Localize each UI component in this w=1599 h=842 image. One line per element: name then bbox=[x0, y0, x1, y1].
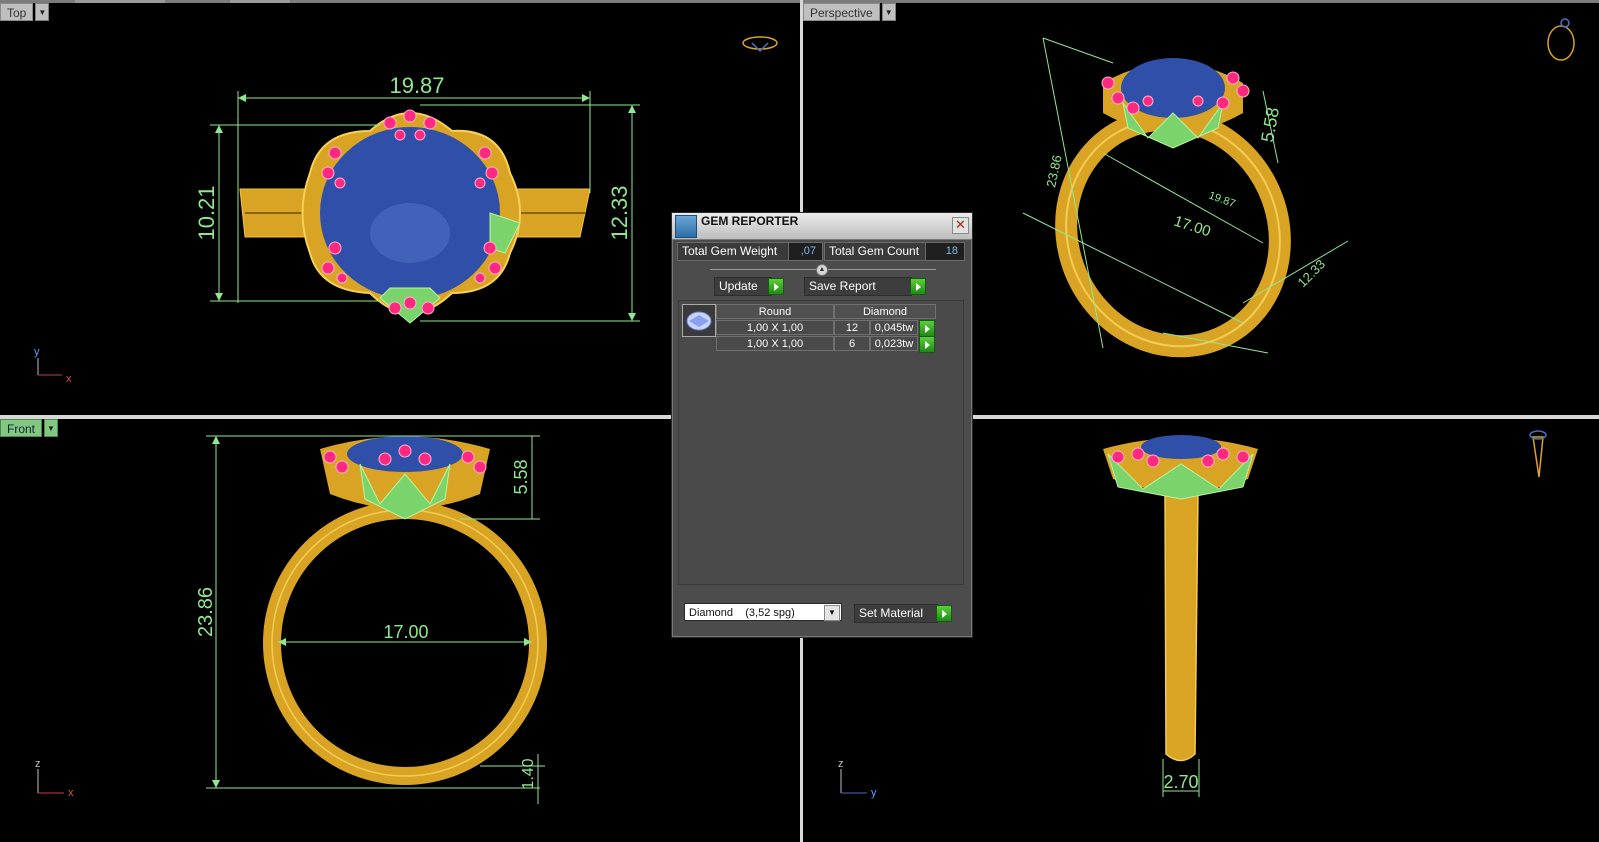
gem-reporter-dialog: GEM REPORTER ✕ Total Gem Weight ,07 Tota… bbox=[671, 212, 973, 638]
material-select-value: Diamond (3,52 spg) bbox=[689, 607, 795, 619]
total-gem-weight-value: ,07 bbox=[788, 242, 823, 261]
row-1-select-go-icon[interactable] bbox=[919, 320, 935, 337]
viewport-label-top[interactable]: Top ▼ bbox=[0, 3, 50, 21]
update-button-label: Update bbox=[719, 279, 758, 293]
axis-y-label: y bbox=[871, 787, 877, 799]
axis-y-label: y bbox=[34, 346, 40, 358]
row-2-weight: 0,023tw bbox=[870, 336, 918, 351]
right-axis-indicator bbox=[840, 769, 867, 794]
gem-list-panel[interactable]: Round Diamond 1,00 X 1,00 12 0,045tw 1,0… bbox=[678, 300, 964, 585]
chevron-down-icon[interactable]: ▼ bbox=[44, 419, 59, 437]
dim-persp-head: 5.58 bbox=[1257, 106, 1283, 144]
dim-top-height-right: 12.33 bbox=[607, 185, 632, 240]
axis-x-label: x bbox=[68, 787, 74, 799]
right-gem-head bbox=[1103, 435, 1258, 500]
update-go-icon[interactable] bbox=[768, 278, 784, 295]
dim-side-band-width: 2.70 bbox=[1163, 772, 1198, 792]
row-2-count: 6 bbox=[834, 336, 870, 351]
dim-front-diameter: 17.00 bbox=[383, 622, 428, 642]
column-header-material: Diamond bbox=[834, 304, 936, 319]
column-header-shape: Round bbox=[716, 304, 834, 319]
chevron-down-icon[interactable]: ▼ bbox=[824, 605, 840, 621]
right-thumbnail-icon bbox=[1529, 430, 1547, 478]
update-button[interactable]: Update bbox=[714, 277, 772, 296]
rhino-modeling-app: 19.87 10.21 12.33 y x Top ▼ 23.86 5.58 1… bbox=[0, 0, 1599, 842]
top-thumbnail-icon bbox=[742, 36, 778, 53]
set-material-button-label: Set Material bbox=[859, 606, 924, 620]
axis-z-label: z bbox=[838, 758, 844, 770]
dim-persp-diameter: 17.00 bbox=[1172, 213, 1213, 241]
dim-persp-width: 19.87 bbox=[1207, 190, 1237, 211]
material-select[interactable]: Diamond (3,52 spg) ▼ bbox=[684, 603, 842, 621]
row-2-select-go-icon[interactable] bbox=[919, 336, 935, 353]
dim-front-head: 5.58 bbox=[511, 459, 531, 494]
row-1-weight: 0,045tw bbox=[870, 320, 918, 335]
chevron-down-icon[interactable]: ▼ bbox=[35, 3, 50, 21]
viewport-title-front[interactable]: Front bbox=[0, 419, 43, 437]
top-axis-indicator bbox=[37, 358, 62, 376]
save-report-button-label: Save Report bbox=[809, 279, 876, 293]
set-material-button[interactable]: Set Material bbox=[854, 604, 938, 623]
round-gem-thumbnail[interactable] bbox=[682, 304, 716, 337]
dim-top-width: 19.87 bbox=[389, 73, 444, 98]
viewport-label-perspective[interactable]: Perspective ▼ bbox=[803, 3, 896, 21]
row-2-size[interactable]: 1,00 X 1,00 bbox=[716, 336, 834, 351]
viewport-title-top[interactable]: Top bbox=[0, 3, 34, 21]
axis-x-label: x bbox=[66, 373, 72, 385]
total-gem-count-value: 18 bbox=[925, 242, 965, 261]
front-axis-indicator bbox=[37, 769, 64, 794]
save-report-button[interactable]: Save Report bbox=[804, 277, 912, 296]
dialog-title: GEM REPORTER bbox=[701, 214, 799, 228]
collapse-up-icon[interactable]: ▲ bbox=[816, 264, 828, 276]
perspective-thumbnail-icon bbox=[1547, 18, 1575, 61]
viewport-title-perspective[interactable]: Perspective bbox=[803, 3, 880, 21]
top-gem-head bbox=[301, 112, 521, 324]
dim-persp-height: 23.86 bbox=[1043, 154, 1064, 189]
total-gem-count-label: Total Gem Count bbox=[824, 242, 928, 261]
row-1-size[interactable]: 1,00 X 1,00 bbox=[716, 320, 834, 335]
total-gem-weight-label: Total Gem Weight bbox=[677, 242, 791, 261]
dim-front-height: 23.86 bbox=[195, 587, 217, 637]
dim-top-height-left: 10.21 bbox=[194, 185, 219, 240]
row-1-count: 12 bbox=[834, 320, 870, 335]
save-report-go-icon[interactable] bbox=[910, 278, 926, 295]
chevron-down-icon[interactable]: ▼ bbox=[881, 3, 896, 21]
viewport-label-front[interactable]: Front ▼ bbox=[0, 419, 59, 437]
gem-reporter-app-icon bbox=[675, 215, 697, 238]
dim-persp-right: 12.33 bbox=[1295, 257, 1329, 291]
dialog-titlebar[interactable]: GEM REPORTER ✕ bbox=[672, 213, 972, 240]
axis-z-label: z bbox=[35, 758, 41, 770]
close-icon[interactable]: ✕ bbox=[952, 217, 969, 234]
set-material-go-icon[interactable] bbox=[936, 605, 952, 622]
dim-front-band: 1.40 bbox=[520, 758, 537, 789]
